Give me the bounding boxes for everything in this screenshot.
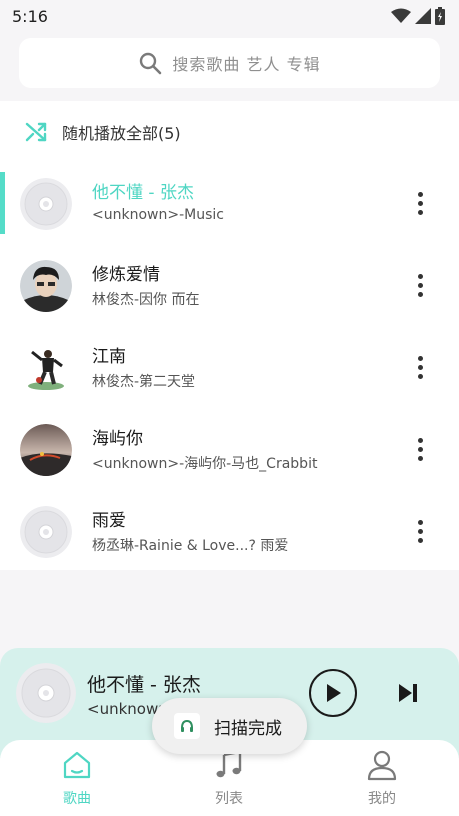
- more-options-button[interactable]: [408, 432, 432, 466]
- default-disc-icon: [16, 663, 76, 723]
- skip-next-icon: [399, 684, 417, 702]
- next-button[interactable]: [396, 681, 420, 705]
- search-placeholder: 搜索歌曲 艺人 专辑: [172, 55, 321, 74]
- nav-label: 列表: [215, 791, 243, 807]
- status-time: 5:16: [12, 6, 48, 26]
- album-art-icon: [20, 424, 72, 476]
- status-icons: [391, 7, 445, 25]
- now-playing-title: 他不懂 - 张杰: [87, 674, 201, 696]
- more-options-button[interactable]: [408, 350, 432, 384]
- song-subtitle: <unknown>-海屿你-马也_Crabbit: [92, 456, 318, 472]
- song-row[interactable]: 他不懂 - 张杰 <unknown>-Music: [0, 162, 459, 244]
- default-disc-icon: [20, 506, 72, 558]
- wifi-icon: [391, 8, 411, 23]
- status-bar: 5:16: [0, 0, 459, 32]
- nav-label: 我的: [368, 791, 396, 807]
- default-disc-icon: [20, 178, 72, 230]
- song-row[interactable]: 修炼爱情 林俊杰-因你 而在: [0, 244, 459, 326]
- song-title: 海屿你: [92, 429, 143, 449]
- signal-icon: [415, 8, 431, 24]
- play-button[interactable]: [309, 669, 357, 717]
- song-title: 江南: [92, 347, 126, 367]
- artist-photo-icon: [20, 342, 72, 394]
- shuffle-label: 随机播放全部(5): [62, 124, 181, 143]
- artist-photo-icon: [20, 260, 72, 312]
- song-row[interactable]: 江南 林俊杰-第二天堂: [0, 326, 459, 408]
- song-subtitle: 林俊杰-第二天堂: [92, 374, 196, 390]
- toast: 扫描完成: [152, 698, 307, 754]
- nav-item-playlists[interactable]: 列表: [184, 748, 274, 812]
- song-title: 他不懂 - 张杰: [92, 183, 194, 203]
- battery-icon: [435, 7, 445, 25]
- song-subtitle: 杨丞琳-Rainie & Love...? 雨爱: [92, 538, 289, 554]
- song-title: 雨爱: [92, 511, 126, 531]
- song-subtitle: <unknown>-Music: [92, 207, 224, 223]
- search-icon: [140, 52, 162, 75]
- app-icon: [174, 713, 200, 739]
- song-title: 修炼爱情: [92, 265, 160, 285]
- person-icon: [365, 748, 399, 782]
- more-options-button[interactable]: [408, 514, 432, 548]
- song-row[interactable]: 雨爱 杨丞琳-Rainie & Love...? 雨爱: [0, 490, 459, 572]
- more-options-button[interactable]: [408, 186, 432, 220]
- song-subtitle: 林俊杰-因你 而在: [92, 292, 200, 308]
- search-input[interactable]: 搜索歌曲 艺人 专辑: [19, 38, 440, 88]
- shuffle-all-button[interactable]: 随机播放全部(5): [0, 101, 459, 163]
- song-list-panel: 随机播放全部(5) 他不懂 - 张杰 <unknown>-Music 修炼爱情 …: [0, 101, 459, 570]
- nav-item-songs[interactable]: 歌曲: [32, 748, 122, 812]
- nav-item-mine[interactable]: 我的: [337, 748, 427, 812]
- play-icon: [327, 684, 341, 702]
- song-row[interactable]: 海屿你 <unknown>-海屿你-马也_Crabbit: [0, 408, 459, 490]
- more-options-button[interactable]: [408, 268, 432, 302]
- shuffle-icon: [25, 122, 47, 142]
- nav-label: 歌曲: [63, 791, 91, 807]
- home-icon: [60, 748, 94, 782]
- toast-text: 扫描完成: [214, 718, 282, 739]
